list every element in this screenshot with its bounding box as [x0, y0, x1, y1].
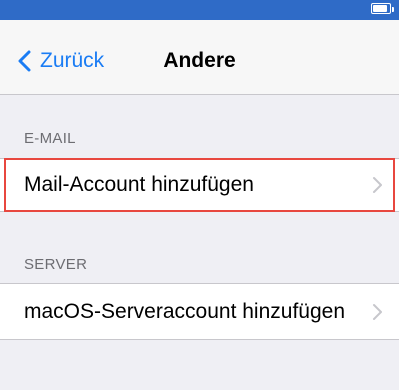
- navigation-bar: Zurück Andere: [0, 20, 399, 95]
- page-title: Andere: [163, 49, 236, 72]
- row-label: Mail-Account hinzufügen: [24, 173, 254, 196]
- battery-nub: [392, 7, 394, 12]
- chevron-right-icon: [373, 177, 382, 193]
- section-group-server: macOS-Serveraccount hinzufügen: [0, 283, 399, 340]
- list-item-add-mail-account[interactable]: Mail-Account hinzufügen: [0, 159, 399, 211]
- list-item-add-server-account[interactable]: macOS-Serveraccount hinzufügen: [0, 284, 399, 339]
- section-group-email: Mail-Account hinzufügen: [0, 158, 399, 212]
- section-header-server: SERVER: [24, 256, 88, 273]
- section-header-email: E-MAIL: [24, 130, 76, 147]
- status-bar: [0, 0, 399, 20]
- row-label: macOS-Serveraccount hinzufügen: [24, 299, 345, 323]
- battery-icon: [371, 3, 391, 14]
- chevron-right-icon: [373, 303, 382, 320]
- battery-level: [373, 5, 387, 12]
